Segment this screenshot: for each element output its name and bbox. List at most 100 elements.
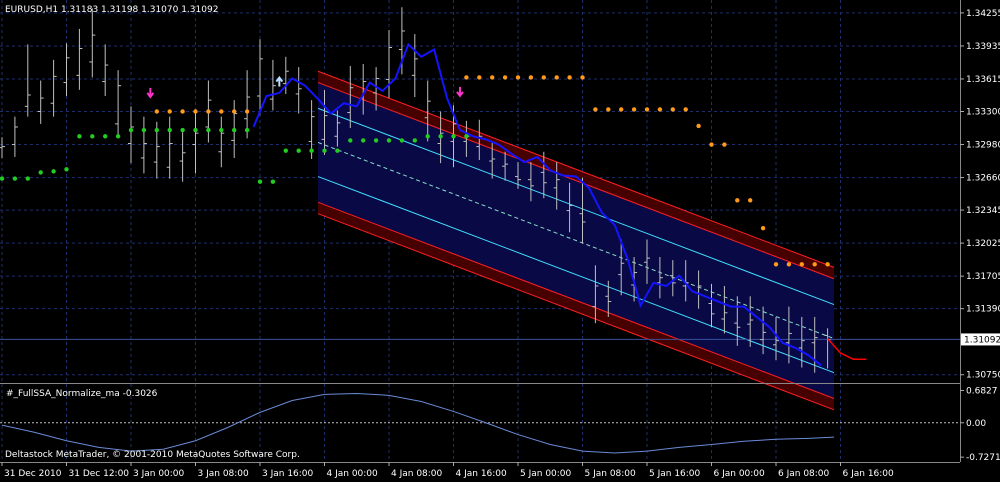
orange-signal-dot xyxy=(464,75,469,80)
green-signal-dot xyxy=(348,138,353,143)
price-tick-label: 1.33300 xyxy=(966,107,1000,117)
green-signal-dot xyxy=(167,127,172,133)
osc-tick-label: 0.00 xyxy=(966,419,986,429)
time-tick-label: 3 Jan 08:00 xyxy=(198,469,250,479)
orange-signal-dot xyxy=(219,109,224,114)
price-tick-label: 1.32345 xyxy=(966,206,1000,216)
orange-signal-dot xyxy=(748,198,753,203)
green-signal-dot xyxy=(438,134,443,139)
orange-signal-dot xyxy=(490,75,495,80)
green-signal-dot xyxy=(206,127,211,133)
orange-signal-dot xyxy=(709,142,714,147)
osc-tick-label: 0.6827 xyxy=(966,386,998,396)
green-signal-dot xyxy=(361,138,366,143)
time-tick-label: 6 Jan 00:00 xyxy=(714,469,766,479)
orange-signal-dot xyxy=(541,75,546,80)
time-tick-label: 5 Jan 08:00 xyxy=(585,469,637,479)
chart-canvas: 1.34255 1.33935 1.33615 1.33300 1.32980 1.326… xyxy=(0,0,1000,482)
green-signal-dot xyxy=(412,138,417,143)
price-tick-label: 1.31705 xyxy=(966,272,1000,282)
price-axis: 1.34255 1.33935 1.33615 1.33300 1.32980 1.326… xyxy=(960,0,1000,482)
price-tick-label: 1.33935 xyxy=(966,42,1000,52)
time-tick-label: 31 Dec 2010 xyxy=(4,469,62,479)
orange-signal-dot xyxy=(154,109,159,114)
orange-signal-dot xyxy=(206,109,211,114)
time-tick-label: 4 Jan 00:00 xyxy=(327,469,379,479)
green-signal-dot xyxy=(128,127,134,133)
green-signal-dot xyxy=(283,148,288,153)
green-signal-dot xyxy=(0,176,5,181)
indicator-title: #_FullSSA_Normalize_ma -0.3026 xyxy=(6,389,158,399)
orange-signal-dot xyxy=(735,198,740,203)
green-signal-dot xyxy=(38,170,43,175)
time-tick-label: 5 Jan 00:00 xyxy=(520,469,572,479)
green-signal-dot xyxy=(77,134,82,139)
chart-title: EURUSD,H1 1.31183 1.31198 1.31070 1.3109… xyxy=(5,5,219,15)
orange-signal-dot xyxy=(760,225,766,231)
green-signal-dot xyxy=(193,127,198,133)
orange-signal-dot xyxy=(567,75,572,80)
orange-signal-dot xyxy=(670,107,675,112)
orange-signal-dot xyxy=(696,123,701,129)
footer-credit: Deltastock MetaTrader, © 2001-2010 MetaQ… xyxy=(5,450,300,460)
time-tick-label: 31 Dec 12:00 xyxy=(69,469,130,479)
green-signal-dot xyxy=(244,127,250,133)
orange-signal-dot xyxy=(502,75,508,80)
orange-signal-dot xyxy=(193,109,198,114)
green-signal-dot xyxy=(103,134,108,139)
orange-signal-dot xyxy=(722,142,727,147)
green-signal-dot xyxy=(25,176,30,181)
green-signal-dot xyxy=(399,138,405,143)
green-signal-dot xyxy=(309,148,314,153)
orange-signal-dot xyxy=(799,262,804,267)
time-tick-label: 4 Jan 08:00 xyxy=(391,469,443,479)
time-tick-label: 4 Jan 16:00 xyxy=(456,469,508,479)
orange-signal-dot xyxy=(180,109,185,114)
green-signal-dot xyxy=(232,127,237,133)
time-tick-label: 5 Jan 16:00 xyxy=(649,469,701,479)
price-tick-label: 1.32025 xyxy=(966,239,1000,249)
osc-tick-label: -0.7271 xyxy=(966,453,1000,463)
orange-signal-dot xyxy=(477,75,482,80)
green-signal-dot xyxy=(115,134,121,139)
orange-signal-dot xyxy=(232,109,237,114)
orange-signal-dot xyxy=(554,75,559,80)
orange-signal-dot xyxy=(167,109,172,114)
price-tick-label: 1.34255 xyxy=(966,9,1000,19)
time-tick-label: 3 Jan 00:00 xyxy=(133,469,185,479)
orange-signal-dot xyxy=(580,75,585,80)
orange-signal-dot xyxy=(619,107,624,112)
price-tick-label: 1.30750 xyxy=(966,371,1000,381)
green-signal-dot xyxy=(373,138,379,143)
price-tick-label: 1.32660 xyxy=(966,174,1000,184)
price-tick-label: 1.31390 xyxy=(966,305,1000,315)
green-signal-dot xyxy=(64,167,69,172)
orange-signal-dot xyxy=(593,107,598,112)
orange-signal-dot xyxy=(786,262,792,267)
orange-signal-dot xyxy=(812,262,817,267)
green-signal-dot xyxy=(464,134,469,139)
orange-signal-dot xyxy=(657,107,663,112)
time-tick-label: 6 Jan 16:00 xyxy=(843,469,895,479)
current-price-label: 1.31092 xyxy=(964,335,1000,345)
green-signal-dot xyxy=(425,134,430,139)
orange-signal-dot xyxy=(773,262,779,267)
green-signal-dot xyxy=(219,127,224,133)
time-tick-label: 6 Jan 08:00 xyxy=(778,469,830,479)
green-signal-dot xyxy=(451,134,456,139)
orange-signal-dot xyxy=(515,75,521,80)
price-tick-label: 1.32980 xyxy=(966,141,1000,151)
green-signal-dot xyxy=(257,179,263,184)
green-signal-dot xyxy=(335,148,340,153)
orange-signal-dot xyxy=(644,107,650,112)
green-signal-dot xyxy=(386,138,392,143)
time-tick-label: 3 Jan 16:00 xyxy=(262,469,314,479)
green-signal-dot xyxy=(270,179,276,184)
orange-signal-dot xyxy=(606,107,611,112)
price-tick-label: 1.33615 xyxy=(966,75,1000,85)
green-signal-dot xyxy=(154,127,159,133)
green-signal-dot xyxy=(141,127,147,133)
orange-signal-dot xyxy=(244,109,250,114)
orange-signal-dot xyxy=(631,107,637,112)
green-signal-dot xyxy=(90,134,95,139)
